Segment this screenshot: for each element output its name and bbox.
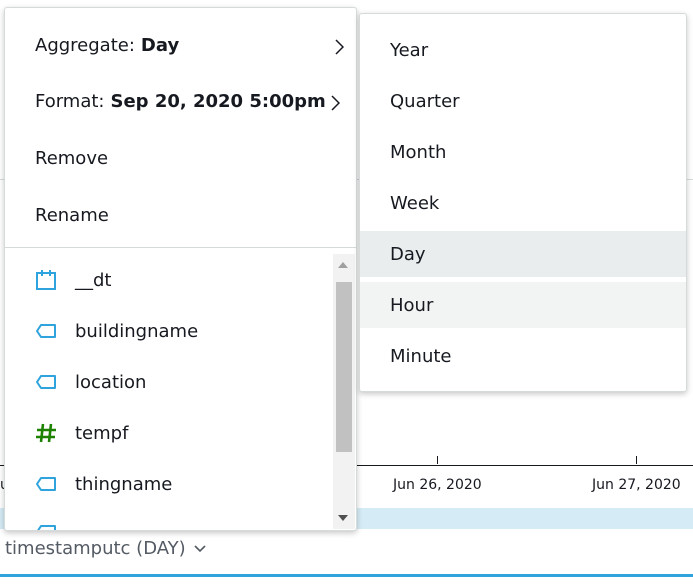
format-label: Format: <box>35 90 105 112</box>
bottom-accent-bar <box>0 574 693 577</box>
field-name: buildingname <box>75 320 199 342</box>
option-label: Minute <box>390 345 452 367</box>
field-well-label: timestamputc (DAY) <box>5 538 186 559</box>
aggregate-option-minute[interactable]: Minute <box>360 333 686 379</box>
option-label: Hour <box>390 294 434 316</box>
field-item-tempf[interactable]: tempf <box>5 408 335 458</box>
field-item-partial[interactable] <box>5 522 335 530</box>
rename-menu-item[interactable]: Rename <box>5 187 356 243</box>
aggregate-value: Day <box>140 34 180 56</box>
dimension-tag-icon <box>36 477 56 491</box>
field-item-buildingname[interactable]: buildingname <box>5 306 335 356</box>
aggregate-option-quarter[interactable]: Quarter <box>360 78 686 124</box>
scroll-up-arrow-icon[interactable] <box>338 262 348 268</box>
remove-label: Remove <box>35 147 109 169</box>
field-name: thingname <box>75 473 173 495</box>
dimension-tag-icon <box>37 525 56 530</box>
field-item-dt[interactable]: __dt <box>5 255 335 305</box>
x-axis-label: Jun 26, 2020 <box>393 477 482 493</box>
aggregate-option-year[interactable]: Year <box>360 27 686 73</box>
format-menu-item[interactable]: Format: Sep 20, 2020 5:00pm <box>5 73 356 129</box>
option-label: Quarter <box>390 90 460 112</box>
format-value: Sep 20, 2020 5:00pm <box>110 90 326 112</box>
dimension-tag-icon <box>36 375 56 389</box>
rename-label: Rename <box>35 204 109 226</box>
chevron-right-icon <box>335 39 344 55</box>
x-axis-field-well[interactable]: timestamputc (DAY) <box>5 538 206 559</box>
field-item-location[interactable]: location <box>5 357 335 407</box>
aggregate-label: Aggregate: <box>35 34 135 56</box>
aggregate-submenu: Year Quarter Month Week Day Hour Minute <box>359 13 687 392</box>
aggregate-menu-item[interactable]: Aggregate: Day <box>5 17 356 73</box>
aggregate-option-hour[interactable]: Hour <box>360 282 686 328</box>
option-label: Day <box>390 243 426 265</box>
option-label: Week <box>390 192 440 214</box>
scroll-down-arrow-icon[interactable] <box>338 515 348 521</box>
aggregate-option-week[interactable]: Week <box>360 180 686 226</box>
field-list-scrollbar[interactable] <box>333 254 355 529</box>
option-label: Year <box>390 39 429 61</box>
calendar-icon <box>36 270 56 290</box>
field-name: tempf <box>75 422 129 444</box>
scroll-thumb[interactable] <box>336 282 352 452</box>
aggregate-option-day[interactable]: Day <box>360 231 686 277</box>
field-list: __dt buildingname location tempf thingna… <box>5 248 335 530</box>
hash-measure-icon <box>36 423 56 443</box>
aggregate-option-month[interactable]: Month <box>360 129 686 175</box>
field-context-menu: Aggregate: Day Format: Sep 20, 2020 5:00… <box>4 7 357 531</box>
chevron-down-icon <box>194 544 206 552</box>
x-axis-tick <box>437 456 438 464</box>
x-axis-tick <box>636 456 637 464</box>
field-name: location <box>75 371 147 393</box>
option-label: Month <box>390 141 447 163</box>
chevron-right-icon <box>331 95 340 111</box>
field-name: __dt <box>75 269 112 291</box>
remove-menu-item[interactable]: Remove <box>5 130 356 186</box>
field-item-thingname[interactable]: thingname <box>5 459 335 509</box>
x-axis-label: Jun 27, 2020 <box>592 477 681 493</box>
dimension-tag-icon <box>36 324 56 338</box>
